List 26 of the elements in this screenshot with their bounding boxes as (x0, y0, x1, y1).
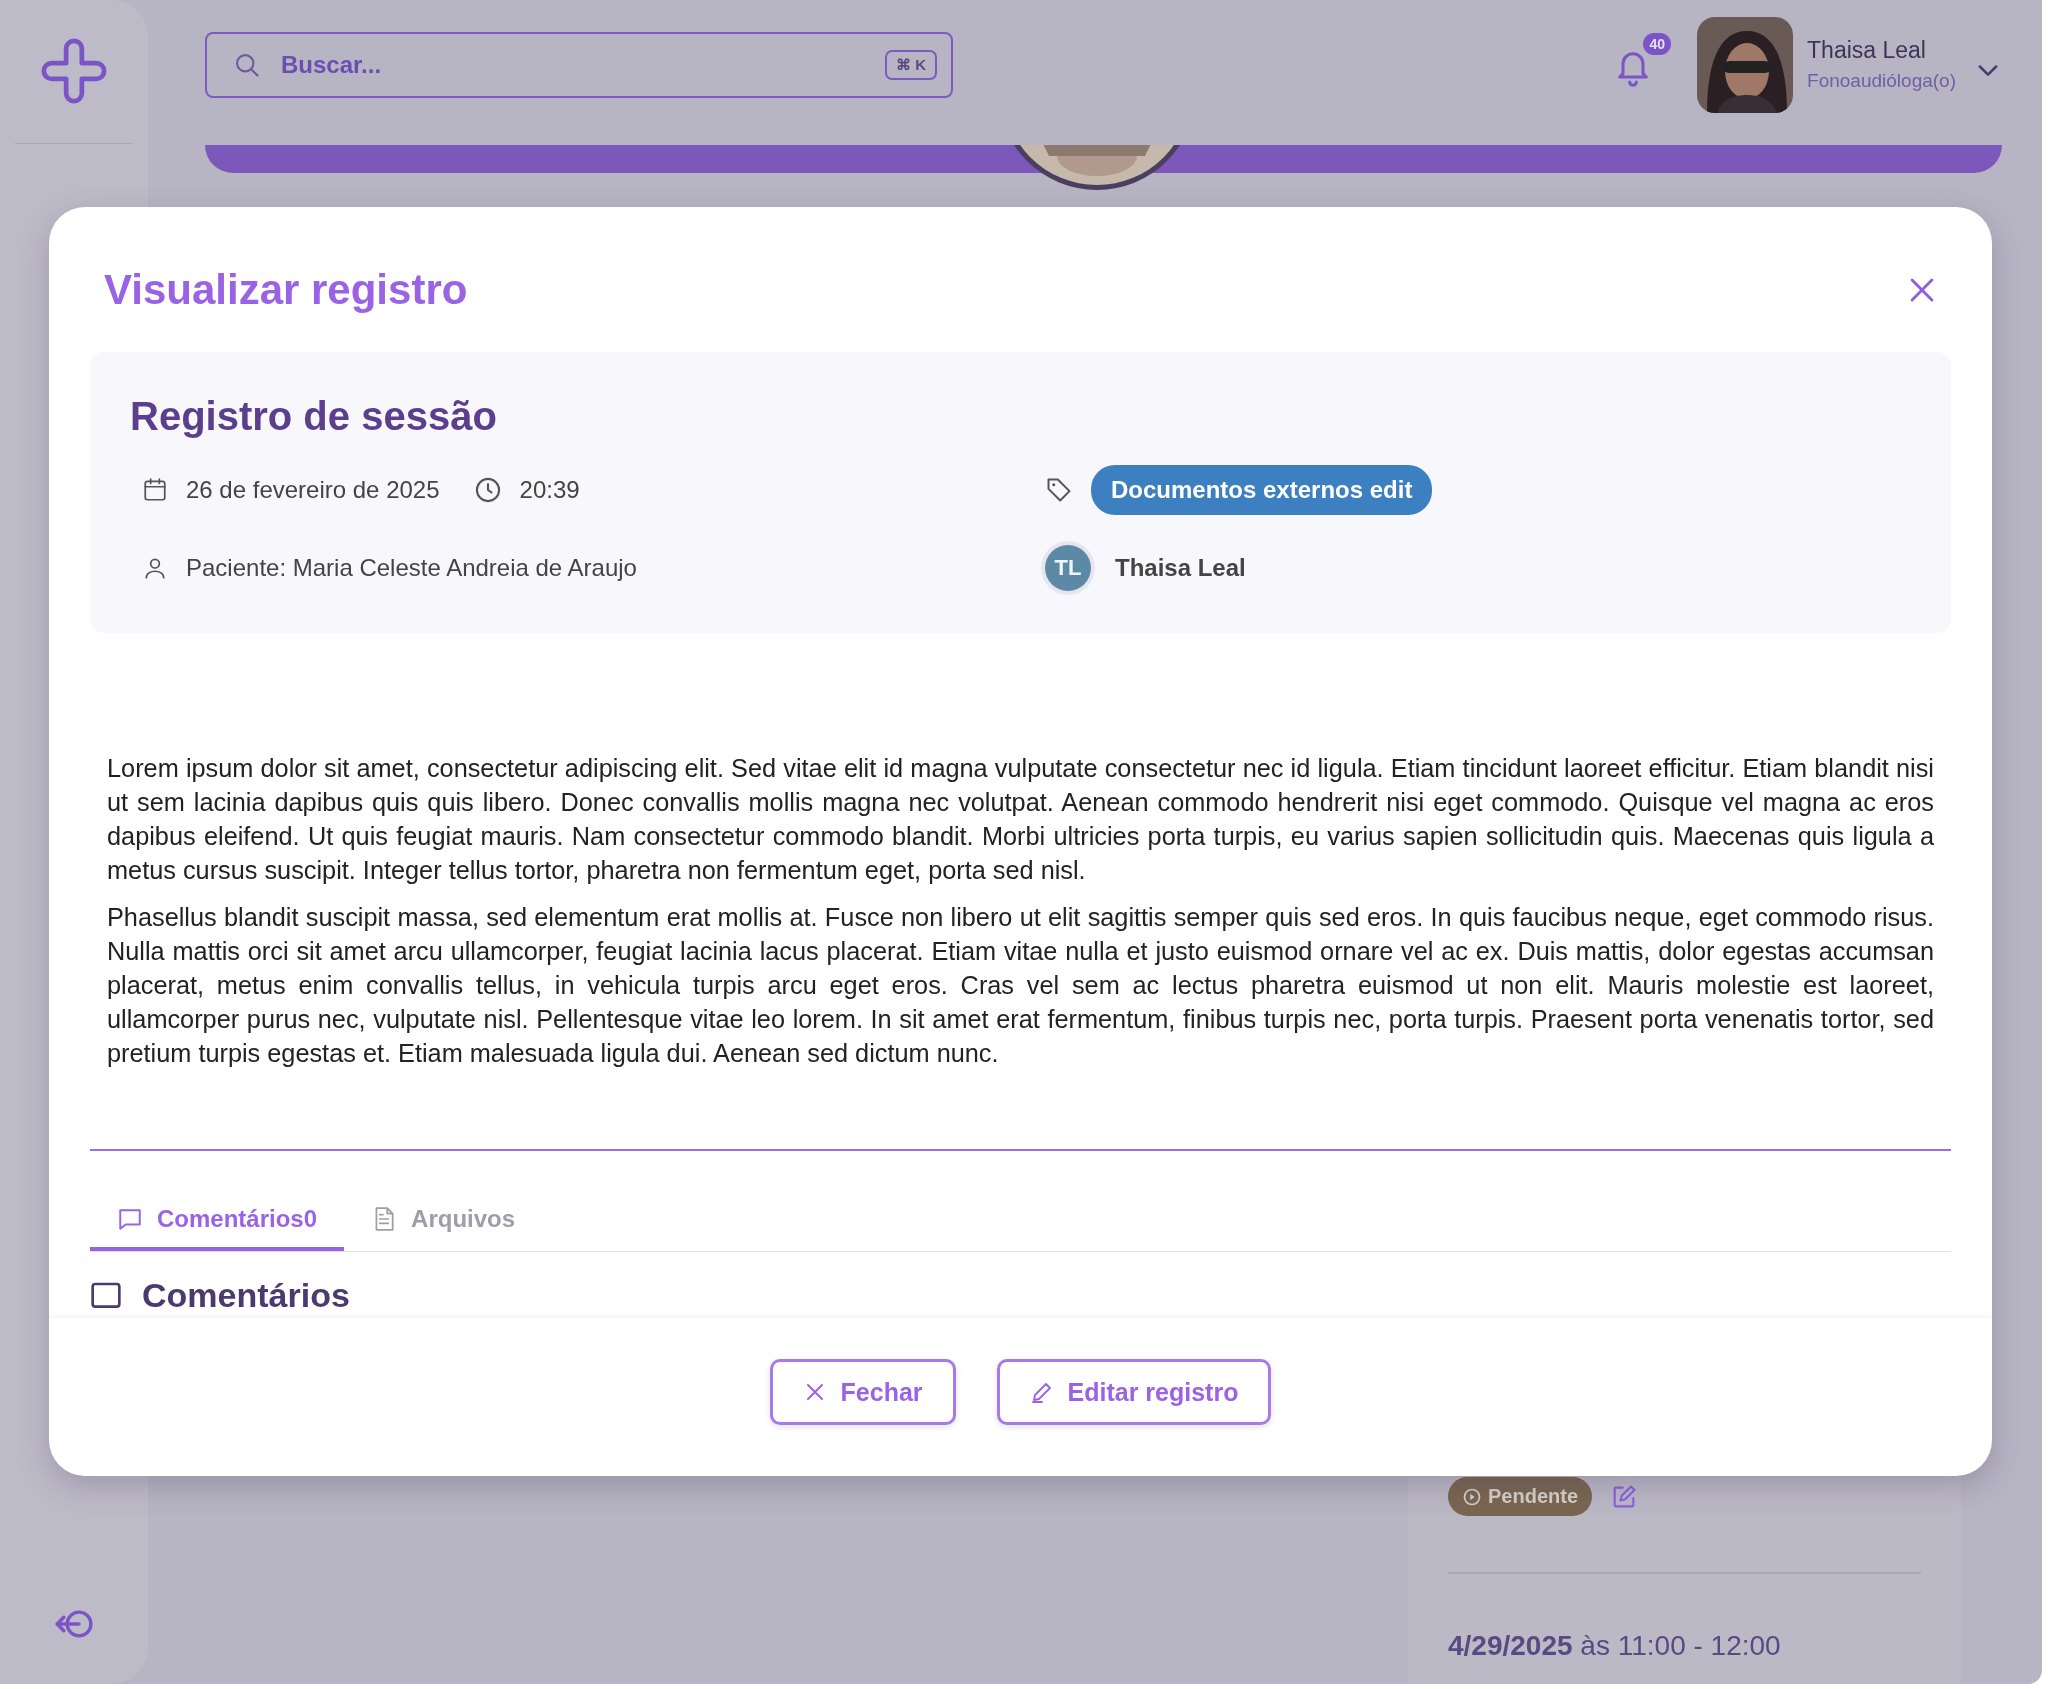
user-name: Thaisa Leal (1807, 37, 1927, 64)
record-date: 26 de fevereiro de 2025 (186, 476, 440, 505)
section-heading: Comentários (142, 1276, 350, 1315)
status-badge: Pendente (1448, 1477, 1593, 1516)
author-avatar: TL (1045, 545, 1091, 592)
record-title: Registro de sessão (130, 394, 498, 440)
body-paragraph: Lorem ipsum dolor sit amet, consectetur adipiscing elit. Sed vitae elit id magna vulputate consectetur nec id ligula. Etiam tincidunt laoreet efficitur. Etiam blandit nisi ut sem lacinia dapibus quis quis libero. Donec convallis mollis magna nec volutpat. Aenean commodo hendrerit nisi eget commodo. Quisque vel magna ac eros dapibus eleifend. Ut quis feugiat mauris. Nam consectetur commodo blandit. Morbi ultricies porta turpis, eu varius sapien sollicitudin quis. Maecenas quis ligula a metus cursus suscipit. Integer tellus tortor, pharetra non fermentum eget, porta sed nisl. (107, 753, 1934, 887)
tab[interactable]: Comentários0 (90, 1197, 345, 1251)
pencil-icon (1029, 1380, 1054, 1404)
close-button[interactable]: Fechar (769, 1359, 956, 1425)
calendar-icon (142, 477, 168, 504)
user-role: Fonoaudióloga(o) (1807, 70, 1956, 92)
tab[interactable]: Arquivos (344, 1197, 543, 1251)
search-input[interactable]: Buscar... (279, 49, 867, 80)
edit-button[interactable]: Editar registro (996, 1359, 1272, 1425)
appointment-time: 4/29/2025 às 11:00 - 12:00 (1448, 1630, 1782, 1662)
clock-icon (473, 476, 502, 505)
author-name: Thaisa Leal (1115, 554, 1246, 583)
record-time: 20:39 (519, 476, 580, 505)
shortcut-hint: ⌘ K (885, 49, 937, 80)
body-paragraph: Phasellus blandit suscipit massa, sed elementum erat mollis at. Fusce non libero ut elit sagittis semper quis sed eros. In quis faucibus neque, eget commodo risus. Nulla mattis orci sit amet arcu ullamcorper, feugiat lacinia lacus placerat. Etiam vitae nulla et justo euismod ornare vel ac ex. Duis mattis, dolor egestas accumsan placerat, metus enim convallis tellus, in vehicula turpis arcu eget eros. Cras vel sem ac lectus pharetra euismod ut non elit. Mauris molestie est laoreet, ullamcorper purus nec, vulputate nisl. Pellentesque vitae leo lorem. In sit amet erat fermentum, finibus turpis nec, porta turpis. Praesent porta venenatis tortor, sed pretium turpis egestas et. Etiam malesuada ligula dui. Aenean sed dictum nunc. (107, 902, 1934, 1070)
dialog-title: Visualizar registro (104, 265, 468, 314)
notification-badge: 40 (1643, 32, 1672, 55)
patient-name: Paciente: Maria Celeste Andreia de Araujo (186, 554, 637, 583)
tag-badge: Documentos externos edit (1091, 465, 1433, 516)
search-field[interactable]: Buscar... ⌘ K (205, 31, 953, 98)
